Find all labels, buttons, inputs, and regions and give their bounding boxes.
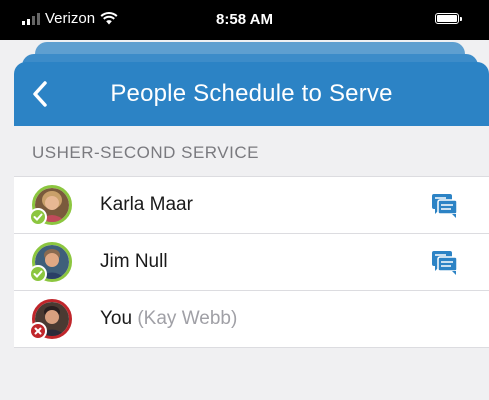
status-time: 8:58 AM [216,11,273,28]
person-name: You (Kay Webb) [100,308,237,330]
person-name: Karla Maar [100,194,193,215]
accepted-check-icon [29,265,47,283]
section-header: USHER-SECOND SERVICE [32,143,259,162]
person-name-primary: You [100,308,133,329]
person-name-secondary: (Kay Webb) [137,308,238,329]
accepted-check-icon [29,208,47,226]
people-list: Karla Maar Jim Null You (Kay Webb) [14,176,489,348]
status-bar: Verizon 8:58 AM [0,0,489,40]
person-row[interactable]: Jim Null [14,234,489,291]
page-title: People Schedule to Serve [110,80,393,107]
person-name: Jim Null [100,251,168,272]
battery-icon [435,13,462,24]
nav-bar: People Schedule to Serve [14,62,489,126]
message-icon[interactable] [431,250,459,276]
person-row[interactable]: You (Kay Webb) [14,291,489,348]
person-row[interactable]: Karla Maar [14,177,489,234]
content: USHER-SECOND SERVICE Karla Maar Jim Null… [14,126,489,400]
message-icon[interactable] [431,193,459,219]
declined-x-icon [29,322,47,340]
